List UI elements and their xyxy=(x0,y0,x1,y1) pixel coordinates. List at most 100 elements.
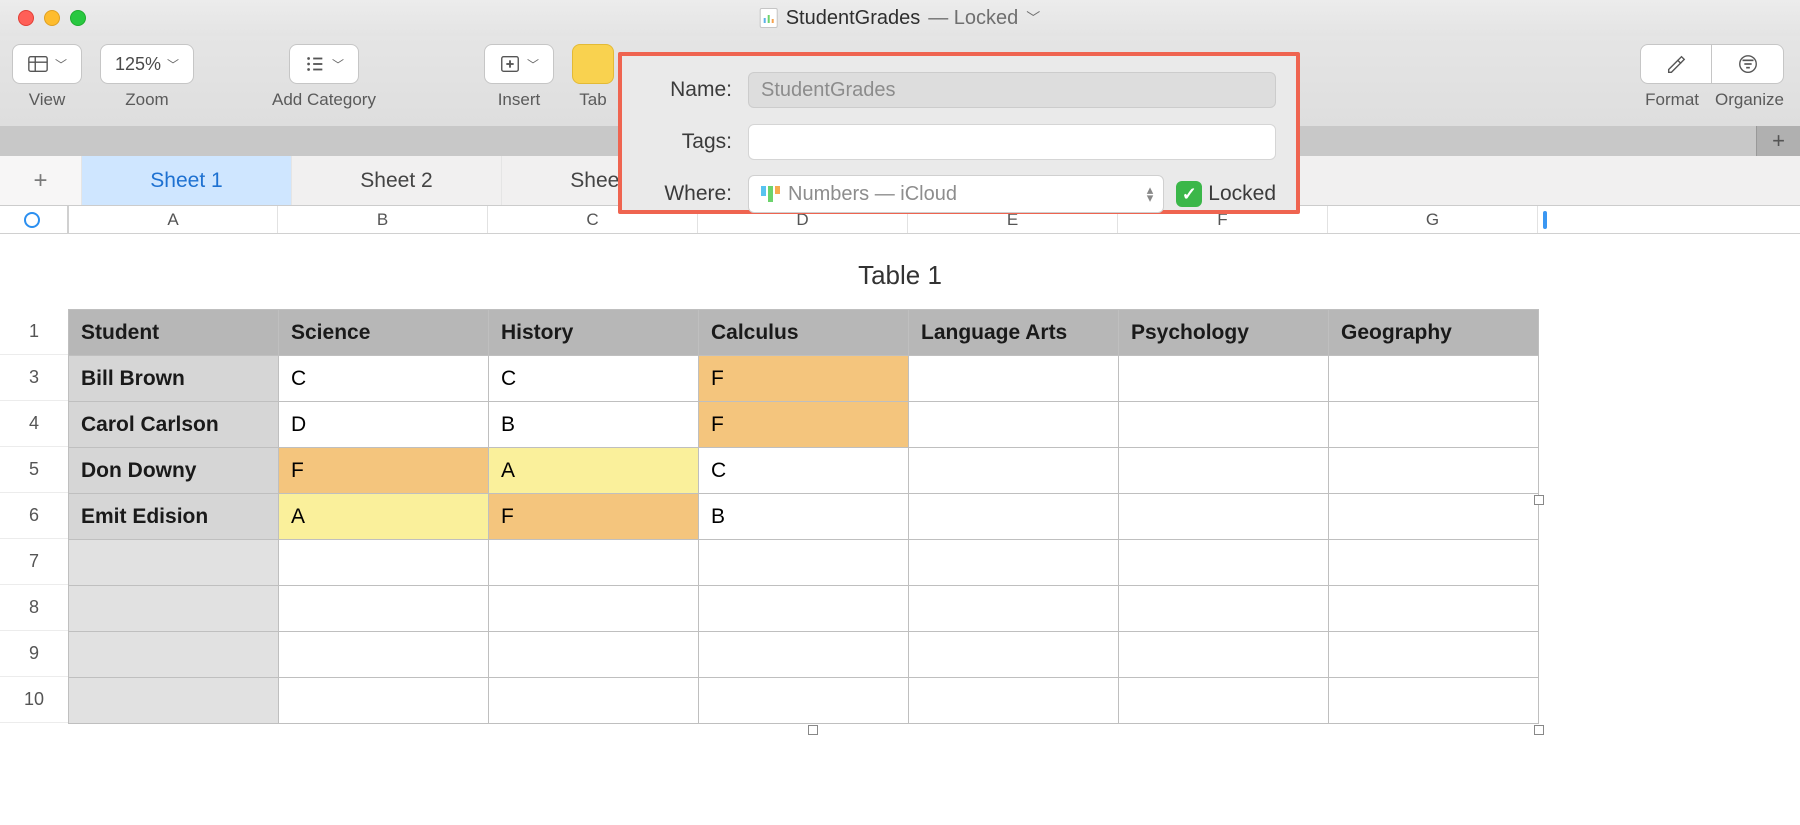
empty-cell[interactable] xyxy=(279,540,489,586)
empty-cell[interactable] xyxy=(279,586,489,632)
add-pane-button[interactable]: + xyxy=(1756,126,1800,156)
empty-name-cell[interactable] xyxy=(69,586,279,632)
grade-cell[interactable]: C xyxy=(699,448,909,494)
grade-cell[interactable]: B xyxy=(489,402,699,448)
empty-cell[interactable] xyxy=(489,586,699,632)
table-handle-bottom[interactable] xyxy=(808,725,818,735)
grade-cell[interactable] xyxy=(1329,448,1539,494)
grade-cell[interactable]: A xyxy=(279,494,489,540)
grade-cell[interactable] xyxy=(909,494,1119,540)
column-header-b[interactable]: B xyxy=(278,206,488,233)
format-button[interactable] xyxy=(1640,44,1712,84)
locked-checkbox[interactable]: ✓ Locked xyxy=(1176,181,1276,207)
row-number[interactable]: 9 xyxy=(0,631,68,677)
empty-cell[interactable] xyxy=(1119,632,1329,678)
minimize-window-button[interactable] xyxy=(44,10,60,26)
grade-cell[interactable] xyxy=(1119,494,1329,540)
grade-cell[interactable]: A xyxy=(489,448,699,494)
grade-cell[interactable]: C xyxy=(279,356,489,402)
add-category-button[interactable]: ﹀ xyxy=(289,44,359,84)
row-number[interactable]: 5 xyxy=(0,447,68,493)
table-button[interactable] xyxy=(572,44,614,84)
column-header-g[interactable]: G xyxy=(1328,206,1538,233)
name-input[interactable] xyxy=(748,72,1276,108)
empty-cell[interactable] xyxy=(1119,678,1329,724)
empty-name-cell[interactable] xyxy=(69,678,279,724)
organize-button[interactable] xyxy=(1712,44,1784,84)
table-header-cell[interactable]: Calculus xyxy=(699,310,909,356)
grade-cell[interactable]: F xyxy=(699,356,909,402)
row-number[interactable]: 1 xyxy=(0,309,68,355)
empty-cell[interactable] xyxy=(1329,586,1539,632)
table-header-cell[interactable]: History xyxy=(489,310,699,356)
empty-cell[interactable] xyxy=(279,632,489,678)
grade-cell[interactable] xyxy=(1119,356,1329,402)
table-header-cell[interactable]: Science xyxy=(279,310,489,356)
grade-cell[interactable] xyxy=(1329,494,1539,540)
insert-button[interactable]: ﹀ xyxy=(484,44,554,84)
column-header-a[interactable]: A xyxy=(68,206,278,233)
empty-cell[interactable] xyxy=(489,678,699,724)
empty-cell[interactable] xyxy=(1329,678,1539,724)
table-handle-corner[interactable] xyxy=(1534,725,1544,735)
empty-cell[interactable] xyxy=(909,678,1119,724)
grade-cell[interactable] xyxy=(909,448,1119,494)
table-header-cell[interactable]: Student xyxy=(69,310,279,356)
close-window-button[interactable] xyxy=(18,10,34,26)
student-name-cell[interactable]: Bill Brown xyxy=(69,356,279,402)
tags-input[interactable] xyxy=(748,124,1276,160)
empty-cell[interactable] xyxy=(279,678,489,724)
grade-cell[interactable] xyxy=(1119,402,1329,448)
empty-name-cell[interactable] xyxy=(69,540,279,586)
maximize-window-button[interactable] xyxy=(70,10,86,26)
empty-cell[interactable] xyxy=(489,632,699,678)
zoom-button[interactable]: 125% ﹀ xyxy=(100,44,194,84)
empty-cell[interactable] xyxy=(1329,540,1539,586)
empty-cell[interactable] xyxy=(1329,632,1539,678)
grade-cell[interactable] xyxy=(1119,448,1329,494)
row-number[interactable]: 7 xyxy=(0,539,68,585)
grades-table[interactable]: StudentScienceHistoryCalculusLanguage Ar… xyxy=(68,309,1539,724)
empty-cell[interactable] xyxy=(699,632,909,678)
empty-cell[interactable] xyxy=(1119,540,1329,586)
table-title[interactable]: Table 1 xyxy=(0,260,1800,291)
empty-cell[interactable] xyxy=(909,632,1119,678)
empty-cell[interactable] xyxy=(909,586,1119,632)
student-name-cell[interactable]: Emit Edision xyxy=(69,494,279,540)
sheet-tab-2[interactable]: Sheet 2 xyxy=(292,156,502,205)
row-number[interactable]: 6 xyxy=(0,493,68,539)
grade-cell[interactable] xyxy=(909,402,1119,448)
grade-cell[interactable]: F xyxy=(489,494,699,540)
empty-name-cell[interactable] xyxy=(69,632,279,678)
grade-cell[interactable]: B xyxy=(699,494,909,540)
row-number[interactable]: 3 xyxy=(0,355,68,401)
table-header-cell[interactable]: Geography xyxy=(1329,310,1539,356)
empty-cell[interactable] xyxy=(699,678,909,724)
table-header-cell[interactable]: Language Arts xyxy=(909,310,1119,356)
row-number[interactable]: 10 xyxy=(0,677,68,723)
where-select[interactable]: Numbers — iCloud ▴▾ xyxy=(748,175,1164,213)
grade-cell[interactable]: F xyxy=(279,448,489,494)
grade-cell[interactable]: F xyxy=(699,402,909,448)
row-number[interactable]: 4 xyxy=(0,401,68,447)
student-name-cell[interactable]: Don Downy xyxy=(69,448,279,494)
grade-cell[interactable]: D xyxy=(279,402,489,448)
empty-cell[interactable] xyxy=(699,540,909,586)
row-number[interactable]: 8 xyxy=(0,585,68,631)
grade-cell[interactable] xyxy=(1329,402,1539,448)
window-title[interactable]: StudentGrades — Locked ﹀ xyxy=(760,7,1041,30)
add-sheet-button[interactable]: + xyxy=(0,156,82,205)
empty-cell[interactable] xyxy=(1119,586,1329,632)
select-all-corner[interactable] xyxy=(0,206,68,233)
empty-cell[interactable] xyxy=(489,540,699,586)
empty-cell[interactable] xyxy=(909,540,1119,586)
empty-cell[interactable] xyxy=(699,586,909,632)
student-name-cell[interactable]: Carol Carlson xyxy=(69,402,279,448)
grade-cell[interactable]: C xyxy=(489,356,699,402)
grade-cell[interactable] xyxy=(1329,356,1539,402)
view-button[interactable]: ﹀ xyxy=(12,44,82,84)
grade-cell[interactable] xyxy=(909,356,1119,402)
table-handle-right[interactable] xyxy=(1534,495,1544,505)
table-header-cell[interactable]: Psychology xyxy=(1119,310,1329,356)
sheet-tab-1[interactable]: Sheet 1 xyxy=(82,156,292,205)
